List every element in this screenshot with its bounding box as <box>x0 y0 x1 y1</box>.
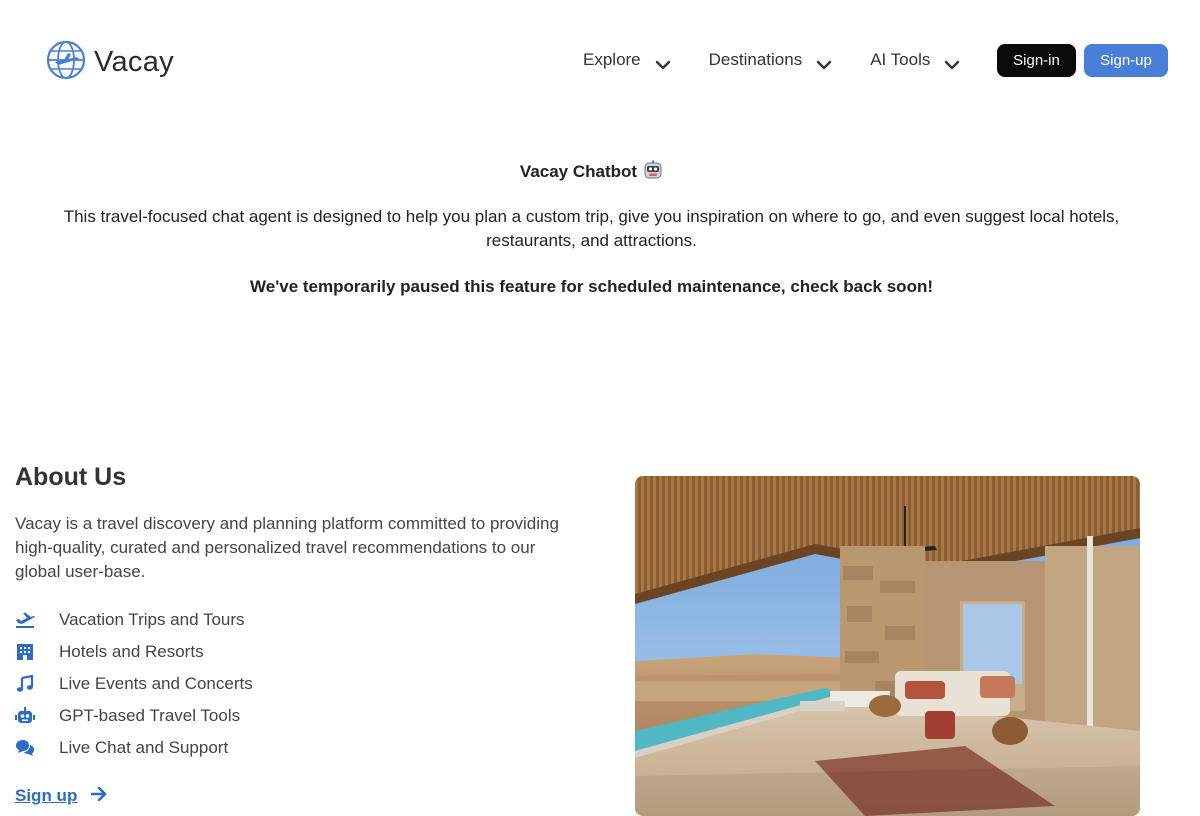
brand-name: Vacay <box>94 46 174 78</box>
hotel-building-icon <box>15 642 35 662</box>
nav-explore[interactable]: Explore <box>583 50 671 70</box>
brand-logo[interactable]: Vacay <box>46 40 174 85</box>
feature-label: Live Chat and Support <box>59 738 229 757</box>
nav-label: Explore <box>583 50 641 69</box>
about-description: Vacay is a travel discovery and planning… <box>15 514 559 581</box>
nav-label: AI Tools <box>870 50 931 69</box>
chevron-down-icon <box>816 55 832 70</box>
music-note-icon <box>15 674 35 694</box>
list-item: Live Chat and Support <box>15 732 253 764</box>
feature-label: Hotels and Resorts <box>59 642 204 661</box>
nav-ai-tools[interactable]: AI Tools <box>870 50 960 70</box>
feature-label: Vacation Trips and Tours <box>59 610 245 629</box>
resort-photo <box>635 476 1140 816</box>
robot-icon <box>15 706 35 726</box>
chatbot-title-row: Vacay Chatbot <box>0 160 1183 185</box>
list-item: GPT-based Travel Tools <box>15 700 253 732</box>
chatbot-title: Vacay Chatbot <box>519 162 638 181</box>
chevron-down-icon <box>655 55 671 70</box>
robot-emoji-icon <box>643 160 663 185</box>
sign-up-button[interactable]: Sign-up <box>1084 44 1168 77</box>
arrow-right-icon <box>91 786 107 806</box>
chevron-down-icon <box>944 55 960 70</box>
feature-label: Live Events and Concerts <box>59 674 253 693</box>
maintenance-notice: We've temporarily paused this feature fo… <box>250 277 933 296</box>
chat-bubbles-icon <box>15 738 35 758</box>
site-header: Vacay Explore Destinations AI Tools Sign… <box>0 0 1200 120</box>
list-item: Live Events and Concerts <box>15 668 253 700</box>
feature-label: GPT-based Travel Tools <box>59 706 241 725</box>
sign-up-link-label: Sign up <box>15 786 78 805</box>
plane-departure-icon <box>15 610 35 630</box>
sign-up-link[interactable]: Sign up <box>15 786 107 806</box>
list-item: Vacation Trips and Tours <box>15 604 253 636</box>
sign-in-button[interactable]: Sign-in <box>997 44 1076 77</box>
nav-destinations[interactable]: Destinations <box>709 50 833 70</box>
feature-list: Vacation Trips and Tours Hotels and Reso… <box>15 604 253 764</box>
nav-label: Destinations <box>708 50 803 69</box>
main-nav: Explore Destinations AI Tools <box>583 50 960 70</box>
globe-plane-icon <box>46 40 86 85</box>
chatbot-description: This travel-focused chat agent is design… <box>63 207 1120 250</box>
list-item: Hotels and Resorts <box>15 636 253 668</box>
about-title: About Us <box>15 463 127 491</box>
